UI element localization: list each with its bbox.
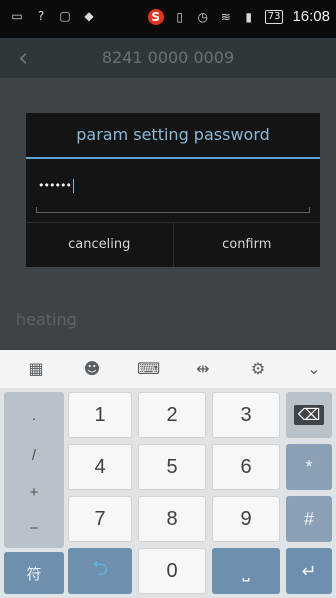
battery-level: 73 [264,9,284,24]
grid-menu-icon[interactable]: ▦ [26,359,46,379]
key-6[interactable]: 6 [212,444,280,490]
confirm-button[interactable]: confirm [172,223,321,267]
dialog-actions: canceling confirm [26,222,320,267]
undo-arrow-icon: ⮌ [91,558,109,580]
dialog-title: param setting password [26,113,320,159]
space-key[interactable]: ⎵ [212,548,280,594]
key-5[interactable]: 5 [138,444,206,490]
signal-icon: ▮ [245,9,253,24]
numeric-keyboard: . / + − 符 1 2 3 4 5 6 7 8 9 ⮌ 0 ⎵ ⌫ * # … [0,388,336,598]
backspace-icon: ⌫ [293,405,325,425]
key-minus[interactable]: − [4,508,64,548]
screenshot-icon: ▢ [59,9,71,23]
notification-icon: ▭ [11,9,23,23]
cursor-move-icon[interactable]: ⇹ [193,359,213,379]
key-back[interactable]: ⮌ [68,548,132,594]
enter-arrow-icon: ↵ [301,560,317,581]
key-2[interactable]: 2 [138,392,206,438]
status-left-icons: ▭ ? ▢ ◆ [10,9,96,23]
question-icon: ? [37,9,45,23]
collapse-keyboard-icon[interactable]: ⌄ [304,359,324,379]
key-7[interactable]: 7 [68,496,132,542]
password-field[interactable]: •••••• [36,173,310,213]
status-right-icons: S ▯ ◷ ≋ ▮ 73 16:08 [147,8,330,25]
password-dots: •••••• [38,179,74,193]
key-1[interactable]: 1 [68,392,132,438]
keyboard-toolbar: ▦ ☻ ⌨ ⇹ ⚙ ⌄ [0,350,336,389]
key-3[interactable]: 3 [212,392,280,438]
key-hash[interactable]: # [286,496,332,542]
settings-gear-icon[interactable]: ⚙ [248,359,268,379]
key-plus[interactable]: + [4,472,64,512]
vibrate-icon: ▯ [176,9,184,24]
text-cursor [72,179,74,193]
shield-icon: ◆ [84,9,94,23]
space-bar-icon: ⎵ [242,560,250,581]
clock: 16:08 [292,8,330,25]
key-8[interactable]: 8 [138,496,206,542]
alarm-icon: ◷ [197,9,208,24]
emoji-icon[interactable]: ☻ [82,359,102,379]
key-star[interactable]: * [286,444,332,490]
symbol-key[interactable]: 符 [4,552,64,594]
key-9[interactable]: 9 [212,496,280,542]
password-dialog: param setting password •••••• canceling … [26,113,320,267]
enter-key[interactable]: ↵ [286,548,332,594]
app-bar: ‹ 8241 0000 0009 [0,38,336,78]
app-notification-icon: S [147,8,164,25]
device-id-title: 8241 0000 0009 [101,48,235,67]
wifi-icon: ≋ [220,9,231,24]
heating-label: heating [16,310,77,329]
delete-key[interactable]: ⌫ [286,392,332,438]
status-bar: ▭ ? ▢ ◆ S ▯ ◷ ≋ ▮ 73 16:08 [0,0,336,38]
key-0[interactable]: 0 [138,548,206,594]
key-4[interactable]: 4 [68,444,132,490]
cancel-button[interactable]: canceling [26,223,173,267]
field-underline [36,207,310,213]
keyboard-icon[interactable]: ⌨ [137,359,160,379]
